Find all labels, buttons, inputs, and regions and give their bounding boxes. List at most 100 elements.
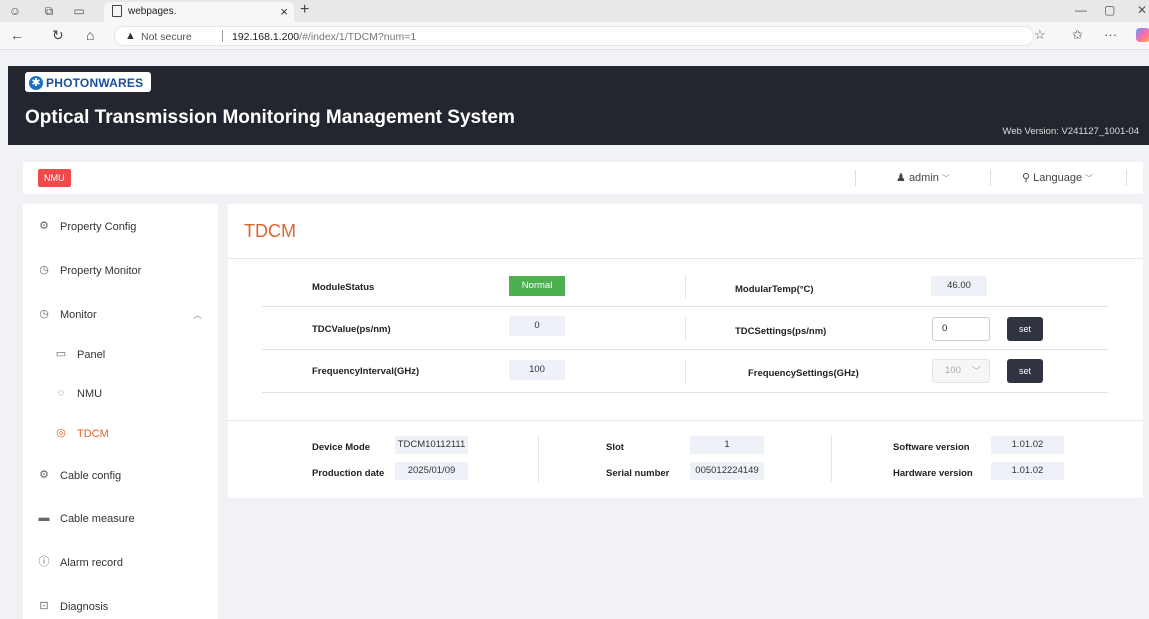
logo-text: PHOTONWARES xyxy=(46,76,144,90)
close-tab-icon[interactable]: × xyxy=(280,4,288,19)
tab-title: webpages. xyxy=(128,6,177,17)
tdcm-icon: ◎ xyxy=(56,427,66,439)
tdc-value: 0 xyxy=(509,316,565,336)
nmu-badge[interactable]: NMU xyxy=(38,169,71,187)
serial-number-label: Serial number xyxy=(606,468,670,479)
sidebar-item-monitor[interactable]: ◷ Monitor ︿ xyxy=(23,306,218,326)
modular-temp-label: ModularTemp(°C) xyxy=(735,284,814,295)
modular-temp-value: 46.00 xyxy=(931,276,987,296)
favorites-icon[interactable]: ✩ xyxy=(1072,27,1083,43)
back-icon[interactable]: ← xyxy=(10,28,24,42)
page-title: TDCM xyxy=(244,221,296,241)
sidebar-item-diagnosis[interactable]: ⊡ Diagnosis xyxy=(23,598,218,618)
workspaces-icon[interactable]: ⧉ xyxy=(42,4,56,18)
chevron-down-icon: ﹀ xyxy=(1085,174,1094,183)
slot-label: Slot xyxy=(606,442,624,453)
location-icon: ⚲ xyxy=(1022,172,1031,184)
sidebar-item-tdcm[interactable]: ◎ TDCM xyxy=(23,425,218,445)
tdc-set-button[interactable]: set xyxy=(1007,317,1043,341)
more-menu-icon[interactable]: ··· xyxy=(1104,27,1117,42)
display-icon: ▬ xyxy=(38,512,50,524)
column-divider xyxy=(831,436,832,482)
user-menu[interactable]: ♟ admin ﹀ xyxy=(896,171,950,184)
sidebar: ⚙ Property Config ◷ Property Monitor ◷ M… xyxy=(23,204,218,619)
section-divider xyxy=(228,420,1143,421)
topbar-divider xyxy=(990,170,991,186)
refresh-icon[interactable]: ↻ xyxy=(52,28,64,42)
close-window-icon[interactable]: ✕ xyxy=(1137,3,1147,17)
url-field[interactable]: ▲ Not secure 192.168.1.200/#/index/1/TDC… xyxy=(114,26,1034,46)
status-badge: Normal xyxy=(509,276,565,296)
page-icon xyxy=(112,5,122,17)
browser-tab-bar: ☺ ⧉ ▭ webpages. × + — ▢ ✕ xyxy=(0,0,1149,22)
sidebar-item-property-monitor[interactable]: ◷ Property Monitor xyxy=(23,262,218,282)
web-version: Web Version: V241127_1001-04 xyxy=(1002,126,1139,137)
topbar-divider xyxy=(855,170,856,186)
favorite-star-icon[interactable]: ☆ xyxy=(1034,27,1046,43)
column-divider xyxy=(685,317,686,341)
software-version-label: Software version xyxy=(893,442,970,453)
maximize-icon[interactable]: ▢ xyxy=(1104,3,1115,17)
settings-icon: ⚙ xyxy=(39,469,49,481)
frequency-settings-select[interactable]: 100 ﹀ xyxy=(932,359,990,383)
hardware-version-label: Hardware version xyxy=(893,468,973,479)
tab-actions-icon[interactable]: ▭ xyxy=(72,4,86,18)
sidebar-item-alarm-record[interactable]: ⓘ Alarm record xyxy=(23,554,218,574)
sidebar-item-label: Diagnosis xyxy=(60,601,109,613)
frequency-settings-label: FrequencySettings(GHz) xyxy=(748,368,859,379)
production-date-value: 2025/01/09 xyxy=(395,462,468,480)
module-status-label: ModuleStatus xyxy=(312,282,375,293)
profile-icon[interactable]: ☺ xyxy=(8,4,22,18)
user-name: admin xyxy=(908,172,939,184)
url-separator xyxy=(222,30,223,42)
browser-tab[interactable]: webpages. × xyxy=(104,2,294,22)
language-label: Language xyxy=(1033,172,1083,184)
sidebar-item-label: Property Monitor xyxy=(60,265,142,277)
frequency-settings-value: 100 xyxy=(945,365,961,376)
clock-icon: ◷ xyxy=(39,264,49,276)
url-path: /#/index/1/TDCM?num=1 xyxy=(299,31,417,43)
column-divider xyxy=(685,359,686,383)
info-icon: ⓘ xyxy=(38,556,50,568)
language-menu[interactable]: ⚲ Language ﹀ xyxy=(1022,171,1093,184)
row-divider xyxy=(262,392,1108,393)
hardware-version-value: 1.01.02 xyxy=(991,462,1064,480)
logo-star-icon: ✱ xyxy=(29,76,43,90)
copilot-icon[interactable] xyxy=(1136,28,1149,42)
new-tab-button[interactable]: + xyxy=(300,1,309,19)
title-divider xyxy=(228,258,1143,259)
clock-icon: ◷ xyxy=(39,308,49,320)
monitor-icon: ▭ xyxy=(55,348,67,360)
diagnosis-icon: ⊡ xyxy=(39,600,49,612)
sidebar-item-label: NMU xyxy=(77,388,103,400)
gear-icon: ⚙ xyxy=(39,220,49,232)
system-title: Optical Transmission Monitoring Manageme… xyxy=(25,107,515,128)
sidebar-item-cable-config[interactable]: ⚙ Cable config xyxy=(23,467,218,487)
sidebar-item-label: Property Config xyxy=(60,221,137,233)
sidebar-item-label: Monitor xyxy=(60,309,97,321)
url-text: 192.168.1.200/#/index/1/TDCM?num=1 xyxy=(232,31,416,43)
tdc-settings-input[interactable]: 0 xyxy=(932,317,990,341)
sidebar-item-cable-measure[interactable]: ▬ Cable measure xyxy=(23,510,218,530)
app-header: ✱ PHOTONWARES Optical Transmission Monit… xyxy=(8,66,1149,145)
sidebar-item-nmu[interactable]: ◌ NMU xyxy=(23,385,218,405)
sidebar-item-label: Cable config xyxy=(60,470,122,482)
sidebar-item-property-config[interactable]: ⚙ Property Config xyxy=(23,218,218,238)
address-bar: ← ↻ ⌂ ▲ Not secure 192.168.1.200/#/index… xyxy=(0,22,1149,50)
topbar-divider xyxy=(1126,170,1127,186)
sidebar-item-panel[interactable]: ▭ Panel xyxy=(23,346,218,366)
minimize-icon[interactable]: — xyxy=(1075,3,1087,17)
software-version-value: 1.01.02 xyxy=(991,436,1064,454)
frequency-set-button[interactable]: set xyxy=(1007,359,1043,383)
device-mode-value: TDCM10112111 xyxy=(395,436,468,454)
device-mode-label: Device Mode xyxy=(312,442,371,453)
sidebar-item-label: TDCM xyxy=(77,428,109,440)
chip-icon: ◌ xyxy=(57,387,65,399)
column-divider xyxy=(685,274,686,298)
row-divider xyxy=(262,349,1108,350)
home-icon[interactable]: ⌂ xyxy=(86,28,94,42)
serial-number-value: 005012224149 xyxy=(690,462,764,480)
frequency-interval-value: 100 xyxy=(509,360,565,380)
sidebar-item-label: Cable measure xyxy=(60,513,135,525)
warning-icon: ▲ xyxy=(125,30,136,42)
